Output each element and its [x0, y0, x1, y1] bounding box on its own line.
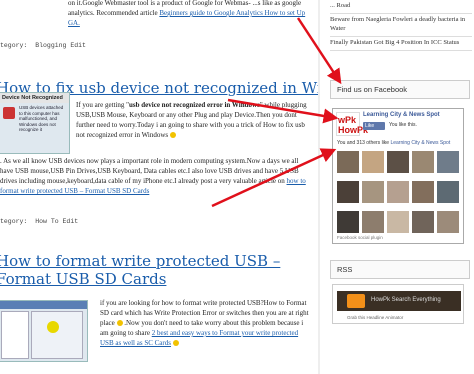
- main-content: on it.Google Webmaster tool is a product…: [0, 0, 318, 374]
- body-bold: usb device not recognized error in Windo…: [129, 101, 260, 109]
- fan-avatar[interactable]: [362, 211, 384, 233]
- fan-avatar[interactable]: [437, 151, 459, 173]
- fan-avatar[interactable]: [412, 181, 434, 203]
- list-item-label: ... Road: [330, 2, 351, 9]
- post-thumbnail[interactable]: [0, 300, 88, 362]
- body-text: . As we all know USB devices now plays a…: [0, 157, 299, 185]
- rss-caption[interactable]: Grab this Headline Animator: [347, 315, 403, 320]
- folder-tree: [1, 311, 29, 359]
- facebook-widget-title: Find us on Facebook: [330, 80, 470, 99]
- thumbnail-text: USB devices attached to this computer ha…: [19, 105, 64, 132]
- post-body: If you are getting "usb device not recog…: [76, 100, 308, 140]
- rss-widget-title: RSS: [330, 260, 470, 279]
- rss-feed-box: HowPk Search Everything Grab this Headli…: [332, 284, 464, 324]
- fan-avatar[interactable]: [362, 181, 384, 203]
- post-thumbnail[interactable]: Device Not Recognized USB devices attach…: [0, 92, 70, 154]
- rss-banner[interactable]: HowPk Search Everything: [337, 291, 461, 311]
- list-item-label: Beware from Naegleria Fowleri a deadly b…: [330, 16, 466, 32]
- category-label: tegory:: [0, 42, 28, 49]
- post-body-continued: . As we all know USB devices now plays a…: [0, 156, 312, 196]
- category-value[interactable]: Blogging Edit: [35, 42, 86, 49]
- category-value[interactable]: How To Edit: [35, 218, 78, 225]
- list-item[interactable]: Finally Pakistan Got Big 4 Position In I…: [330, 37, 472, 51]
- facebook-fan-grid: [337, 151, 461, 233]
- facebook-page-name[interactable]: Learning City & News Spot: [363, 112, 440, 118]
- body-text: If you are getting ": [76, 101, 130, 109]
- rss-icon: [347, 294, 365, 308]
- page-logo[interactable]: wPk HowPk: [336, 112, 368, 136]
- window-titlebar: [0, 301, 87, 309]
- fan-avatar[interactable]: [412, 211, 434, 233]
- facebook-fan-count: You and 313 others like Learning City & …: [337, 140, 450, 146]
- post-category-row: tegory: How To Edit: [0, 218, 78, 225]
- post-body: if you are looking for how to format wri…: [100, 298, 312, 348]
- fan-avatar[interactable]: [387, 151, 409, 173]
- highlight-circle: [47, 321, 59, 333]
- smiley-icon: [172, 340, 179, 347]
- fan-count-link[interactable]: Learning City & News Spot: [390, 140, 450, 146]
- fan-avatar[interactable]: [337, 211, 359, 233]
- properties-panel: [31, 311, 83, 359]
- fan-avatar[interactable]: [337, 181, 359, 203]
- list-item-label: Finally Pakistan Got Big 4 Position In I…: [330, 39, 460, 46]
- fan-count-text: You and 313 others like: [337, 140, 390, 146]
- fan-avatar[interactable]: [362, 151, 384, 173]
- sidebar: ... Road Beware from Naegleria Fowleri a…: [320, 0, 474, 374]
- list-item[interactable]: ... Road: [330, 0, 472, 14]
- fan-avatar[interactable]: [412, 151, 434, 173]
- facebook-plugin-label: Facebook social plugin: [337, 235, 383, 240]
- fan-avatar[interactable]: [437, 211, 459, 233]
- thumbnail-header: Device Not Recognized: [0, 93, 69, 103]
- post-title-format-usb[interactable]: How to format write protected USB – Form…: [0, 252, 296, 288]
- category-label: tegory:: [0, 218, 28, 225]
- rss-banner-text: HowPk Search Everything: [371, 297, 441, 303]
- fan-avatar[interactable]: [437, 181, 459, 203]
- facebook-like-status: You like this.: [389, 122, 417, 128]
- facebook-like-button[interactable]: Like: [363, 122, 385, 130]
- facebook-like-box: wPk HowPk Learning City & News Spot Like…: [332, 108, 464, 244]
- warning-icon: [3, 107, 15, 119]
- post-category-row: tegory: Blogging Edit: [0, 42, 86, 49]
- post-intro: on it.Google Webmaster tool is a product…: [68, 0, 318, 28]
- fan-avatar[interactable]: [337, 151, 359, 173]
- smiley-icon: [169, 132, 176, 139]
- list-item[interactable]: Beware from Naegleria Fowleri a deadly b…: [330, 14, 472, 37]
- fan-avatar[interactable]: [387, 181, 409, 203]
- recent-posts-list: ... Road Beware from Naegleria Fowleri a…: [330, 0, 472, 51]
- smiley-icon: [116, 320, 123, 327]
- fan-avatar[interactable]: [387, 211, 409, 233]
